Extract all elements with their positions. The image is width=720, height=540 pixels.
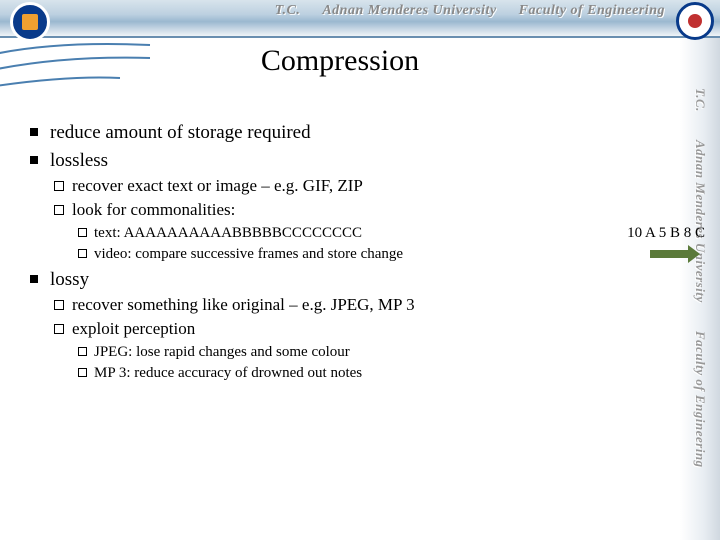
sub-text-rle: text: AAAAAAAAAABBBBBCCCCCCCC 10 A 5 B 8… <box>72 223 670 243</box>
sub-video-frames: video: compare successive frames and sto… <box>72 244 670 264</box>
sub-jpeg: JPEG: lose rapid changes and some colour <box>72 342 670 362</box>
side-faculty: Faculty of Engineering <box>692 331 708 468</box>
faculty-logo-icon <box>676 2 714 40</box>
university-logo-icon <box>10 2 50 42</box>
decorative-swoosh-icon <box>0 30 160 110</box>
header-university: Adnan Menderes University <box>322 3 496 18</box>
bullet-lossy-label: lossy <box>50 269 89 290</box>
slide-content: reduce amount of storage required lossle… <box>28 120 670 386</box>
rle-raw: text: AAAAAAAAAABBBBBCCCCCCCC <box>94 225 362 241</box>
sub-exploit-label: exploit perception <box>72 319 195 338</box>
header-faculty: Faculty of Engineering <box>519 3 665 18</box>
sub-recover-exact: recover exact text or image – e.g. GIF, … <box>50 175 670 198</box>
sub-recover-like: recover something like original – e.g. J… <box>50 294 670 317</box>
sub-mp3: MP 3: reduce accuracy of drowned out not… <box>72 363 670 383</box>
header-text: T.C. Adnan Menderes University Faculty o… <box>257 0 665 22</box>
side-tc: T.C. <box>692 88 708 112</box>
bullet-lossless-label: lossless <box>50 150 108 171</box>
sub-exploit-perception: exploit perception JPEG: lose rapid chan… <box>50 318 670 383</box>
bullet-lossy: lossy recover something like original – … <box>28 267 670 384</box>
bullet-storage: reduce amount of storage required <box>28 120 670 146</box>
header-tc: T.C. <box>275 3 301 18</box>
rle-encoded: 10 A 5 B 8 C <box>627 223 705 243</box>
side-university: Adnan Menderes University <box>692 140 708 303</box>
bullet-lossless: lossless recover exact text or image – e… <box>28 148 670 265</box>
sub-commonalities-label: look for commonalities: <box>72 200 235 219</box>
sub-commonalities: look for commonalities: text: AAAAAAAAAA… <box>50 199 670 264</box>
side-strip: T.C. Adnan Menderes University Faculty o… <box>680 38 720 540</box>
